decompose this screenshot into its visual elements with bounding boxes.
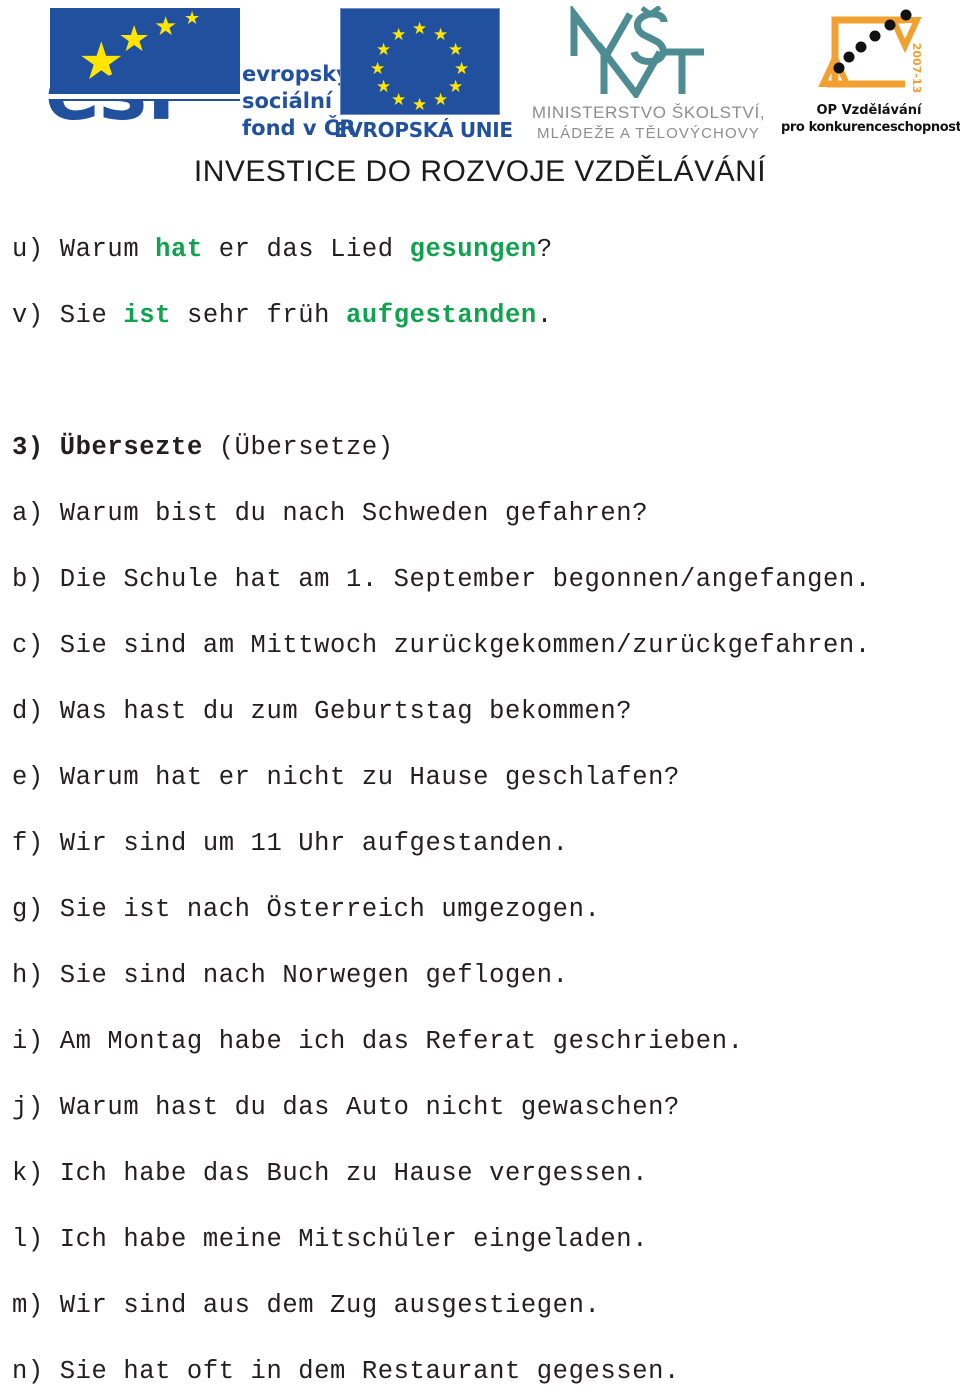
msmt-monogram-icon [568, 3, 708, 101]
star-icon: ★ [412, 19, 428, 39]
exercise-item-h: h) Sie sind nach Norwegen geflogen. [12, 961, 569, 990]
star-icon: ★ [433, 25, 449, 45]
opvk-caption: OP Vzdělávání pro konkurenceschopnost [781, 102, 960, 136]
msmt-logo: MINISTERSTVO ŠKOLSTVÍ, MLÁDEŽE A TĚLOVÝC… [516, 3, 781, 146]
msmt-caption-line1: MINISTERSTVO ŠKOLSTVÍ, [531, 103, 766, 122]
investice-slogan: INVESTICE DO ROZVOJE VZDĚLÁVÁNÍ [193, 155, 767, 188]
star-icon: ★ [391, 90, 407, 110]
star-icon: ★ [376, 77, 392, 97]
exercise-item-i: i) Am Montag habe ich das Referat geschr… [12, 1027, 744, 1056]
op-vzdelavani-logo: 2007-13 OP Vzdělávání pro konkurencescho… [781, 6, 960, 146]
exercise-3-number: 3) [12, 433, 44, 462]
opvk-years: 2007-13 [910, 43, 923, 94]
star-icon: ★ [454, 59, 470, 79]
eu-flag: ★ ★ ★ ★ ★ ★ ★ ★ ★ ★ ★ ★ [340, 8, 500, 115]
exercise-item-u: u) Warum hat er das Lied gesungen? [12, 235, 553, 265]
star-icon: ★ [448, 77, 464, 97]
esf-logo: ★ ★ ★ ★ esf evropský sociální fond v ČR [45, 6, 355, 146]
star-icon: ★ [412, 95, 428, 115]
highlight-word: ist [123, 301, 172, 330]
star-icon: ★ [370, 59, 386, 79]
exercise-item-j: j) Warum hast du das Auto nicht gewasche… [12, 1093, 680, 1122]
star-icon: ★ [154, 12, 178, 42]
msmt-caption: MINISTERSTVO ŠKOLSTVÍ, MLÁDEŽE A TĚLOVÝC… [516, 102, 781, 144]
eu-flag-logo: ★ ★ ★ ★ ★ ★ ★ ★ ★ ★ ★ ★ EVROPSKÁ UNIE [332, 6, 513, 146]
exercise-item-e: e) Warum hat er nicht zu Hause geschlafe… [12, 763, 680, 792]
star-icon: ★ [376, 40, 392, 60]
exercise-item-k: k) Ich habe das Buch zu Hause vergessen. [12, 1159, 649, 1188]
star-icon: ★ [433, 90, 449, 110]
logo-row: ★ ★ ★ ★ esf evropský sociální fond v ČR … [45, 3, 960, 146]
exercise-item-n: n) Sie hat oft in dem Restaurant gegesse… [12, 1357, 680, 1386]
opvk-arrow-square-icon: 2007-13 [805, 6, 931, 102]
star-icon: ★ [391, 25, 407, 45]
highlight-word: hat [155, 235, 203, 264]
opvk-caption-line1: OP Vzdělávání [816, 103, 922, 118]
exercise-item-m: m) Wir sind aus dem Zug ausgestiegen. [12, 1291, 601, 1320]
opvk-caption-line2: pro konkurenceschopnost [781, 120, 960, 135]
item-text-v: Sie ist sehr früh aufgestanden. [59, 301, 553, 330]
exercise-3-heading: 3) Übersezte (Übersetze) [12, 433, 394, 463]
exercise-item-c: c) Sie sind am Mittwoch zurückgekommen/z… [12, 631, 871, 660]
item-label-v: v) [12, 301, 44, 330]
exercise-item-b: b) Die Schule hat am 1. September begonn… [12, 565, 871, 594]
item-text-u: Warum hat er das Lied gesungen? [59, 235, 553, 264]
exercise-item-f: f) Wir sind um 11 Uhr aufgestanden. [12, 829, 569, 858]
highlight-word: aufgestanden [346, 301, 537, 330]
header-logo-band: ★ ★ ★ ★ esf evropský sociální fond v ČR … [0, 0, 960, 205]
item-label-u: u) [12, 235, 44, 264]
esf-divider [45, 94, 245, 99]
msmt-caption-line2: MLÁDEŽE A TĚLOVÝCHOVY [537, 125, 760, 142]
exercise-item-a: a) Warum bist du nach Schweden gefahren? [12, 499, 649, 528]
exercise-3-title-alt: (Übersetze) [218, 433, 394, 462]
star-icon: ★ [448, 40, 464, 60]
exercise-item-g: g) Sie ist nach Österreich umgezogen. [12, 895, 601, 924]
highlight-word: gesungen [409, 235, 537, 264]
exercise-item-l: l) Ich habe meine Mitschüler eingeladen. [12, 1225, 649, 1254]
star-icon: ★ [184, 8, 201, 29]
exercise-item-d: d) Was hast du zum Geburtstag bekommen? [12, 697, 633, 726]
exercise-3-title: Übersezte [59, 433, 203, 462]
exercise-item-v: v) Sie ist sehr früh aufgestanden. [12, 301, 553, 331]
eu-caption: EVROPSKÁ UNIE [334, 118, 513, 142]
